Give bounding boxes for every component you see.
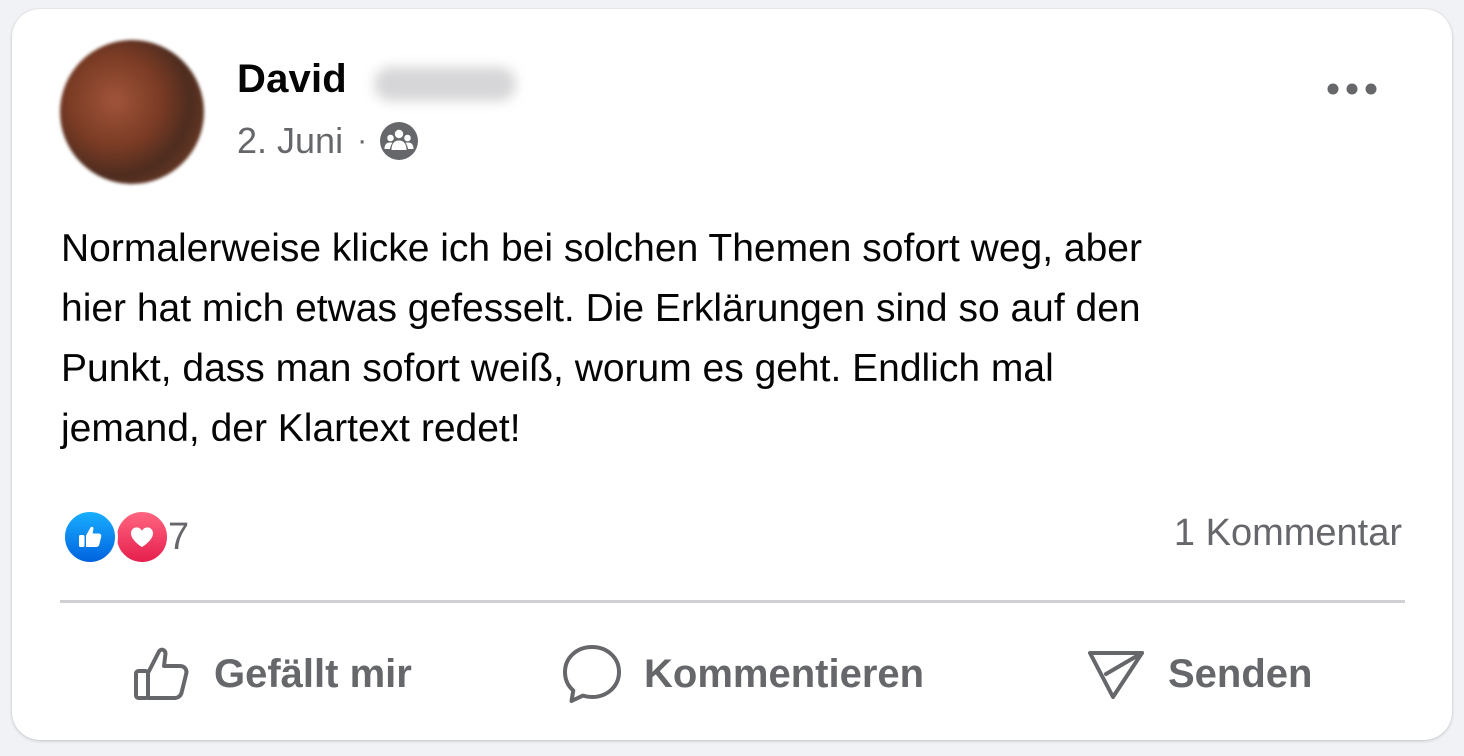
comment-count[interactable]: 1 Kommentar [1174,512,1402,555]
post-meta: 2. Juni · [237,119,419,163]
avatar[interactable] [60,40,204,184]
post-card: David 2. Juni · Normalerweise klicke ich… [12,9,1452,740]
send-button-label: Senden [1168,651,1313,696]
thumbs-up-icon [134,647,189,700]
reaction-icons [62,509,174,565]
like-button[interactable]: Gefällt mir [130,639,412,709]
send-icon [1088,651,1144,699]
like-reaction-icon [62,509,118,565]
group-audience-icon[interactable] [379,121,419,161]
author-surname-redacted [374,67,516,101]
comment-bubble-icon [563,645,621,703]
post-date[interactable]: 2. Juni [237,120,343,162]
divider [60,600,1405,603]
more-options-icon [1327,83,1377,95]
like-button-label: Gefällt mir [214,651,412,696]
send-button[interactable]: Senden [1084,639,1312,709]
more-options-button[interactable] [1312,67,1392,111]
reaction-summary[interactable]: 7 [62,509,189,565]
comment-button[interactable]: Kommentieren [560,639,924,709]
meta-separator: · [357,124,368,157]
comment-button-label: Kommentieren [644,651,925,696]
author-name[interactable]: David [237,57,347,102]
love-reaction-icon [114,509,170,565]
post-text: Normalerweise klicke ich bei solchen The… [61,227,1142,450]
